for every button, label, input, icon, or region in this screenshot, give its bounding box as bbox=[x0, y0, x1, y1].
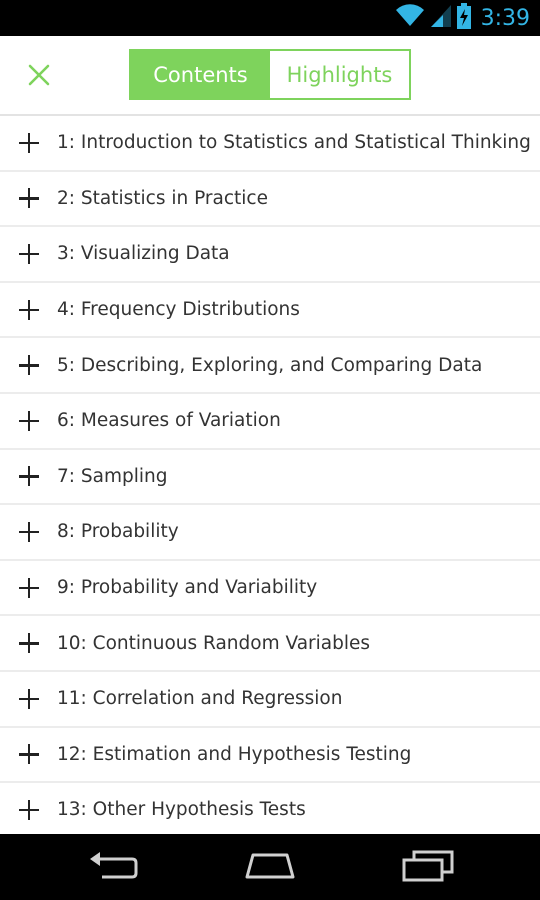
toc-item[interactable]: 7: Sampling bbox=[0, 450, 540, 506]
plus-icon bbox=[19, 132, 39, 153]
recent-apps-button[interactable] bbox=[398, 848, 458, 888]
status-time: 3:39 bbox=[480, 5, 530, 31]
plus-icon bbox=[19, 688, 39, 709]
toc-item[interactable]: 1: Introduction to Statistics and Statis… bbox=[0, 116, 540, 172]
toc-item-label: 10: Continuous Random Variables bbox=[57, 632, 371, 654]
toc-item[interactable]: 13: Other Hypothesis Tests bbox=[0, 783, 540, 834]
toc-item-label: 3: Visualizing Data bbox=[57, 243, 230, 265]
toc-item[interactable]: 8: Probability bbox=[0, 505, 540, 561]
plus-icon bbox=[19, 744, 39, 765]
toc-item-label: 12: Estimation and Hypothesis Testing bbox=[57, 743, 412, 765]
toc-item-label: 9: Probability and Variability bbox=[57, 577, 318, 599]
signal-icon bbox=[430, 5, 451, 31]
back-icon bbox=[88, 851, 138, 885]
toc-item[interactable]: 10: Continuous Random Variables bbox=[0, 616, 540, 672]
toc-item-label: 4: Frequency Distributions bbox=[57, 299, 300, 321]
toc-item[interactable]: 12: Estimation and Hypothesis Testing bbox=[0, 728, 540, 784]
close-button[interactable] bbox=[22, 60, 56, 94]
back-button[interactable] bbox=[83, 848, 143, 888]
navigation-bar bbox=[0, 834, 540, 900]
toc-item-label: 11: Correlation and Regression bbox=[57, 688, 343, 710]
toc-item-label: 8: Probability bbox=[57, 521, 179, 543]
toc-item-label: 6: Measures of Variation bbox=[57, 410, 281, 432]
plus-icon bbox=[19, 299, 39, 320]
plus-icon bbox=[19, 521, 39, 542]
plus-icon bbox=[19, 577, 39, 598]
toc-item-label: 7: Sampling bbox=[57, 465, 168, 487]
toc-item[interactable]: 11: Correlation and Regression bbox=[0, 672, 540, 728]
toc-item-label: 5: Describing, Exploring, and Comparing … bbox=[57, 354, 483, 376]
status-icons: 3:39 bbox=[395, 0, 530, 36]
toc-item[interactable]: 9: Probability and Variability bbox=[0, 561, 540, 617]
view-toggle: Contents Highlights bbox=[129, 49, 411, 100]
close-icon bbox=[28, 64, 50, 90]
toc-item[interactable]: 6: Measures of Variation bbox=[0, 394, 540, 450]
recent-apps-icon bbox=[402, 850, 454, 886]
toc-item[interactable]: 2: Statistics in Practice bbox=[0, 172, 540, 228]
home-button[interactable] bbox=[240, 848, 300, 888]
toc-item[interactable]: 3: Visualizing Data bbox=[0, 227, 540, 283]
plus-icon bbox=[19, 188, 39, 209]
toc-item[interactable]: 4: Frequency Distributions bbox=[0, 283, 540, 339]
header: Contents Highlights bbox=[0, 36, 540, 116]
tab-contents[interactable]: Contents bbox=[131, 51, 270, 98]
tab-highlights[interactable]: Highlights bbox=[270, 51, 409, 98]
plus-icon bbox=[19, 799, 39, 820]
toc-item[interactable]: 5: Describing, Exploring, and Comparing … bbox=[0, 338, 540, 394]
status-bar: 3:39 bbox=[0, 0, 540, 36]
plus-icon bbox=[19, 633, 39, 654]
plus-icon bbox=[19, 243, 39, 264]
plus-icon bbox=[19, 466, 39, 487]
battery-charging-icon bbox=[456, 3, 471, 33]
toc-item-label: 1: Introduction to Statistics and Statis… bbox=[57, 132, 531, 154]
toc-item-label: 2: Statistics in Practice bbox=[57, 187, 268, 209]
plus-icon bbox=[19, 355, 39, 376]
plus-icon bbox=[19, 410, 39, 431]
toc-item-label: 13: Other Hypothesis Tests bbox=[57, 799, 306, 821]
table-of-contents: 1: Introduction to Statistics and Statis… bbox=[0, 116, 540, 834]
wifi-icon bbox=[395, 4, 425, 32]
home-icon bbox=[243, 851, 297, 885]
